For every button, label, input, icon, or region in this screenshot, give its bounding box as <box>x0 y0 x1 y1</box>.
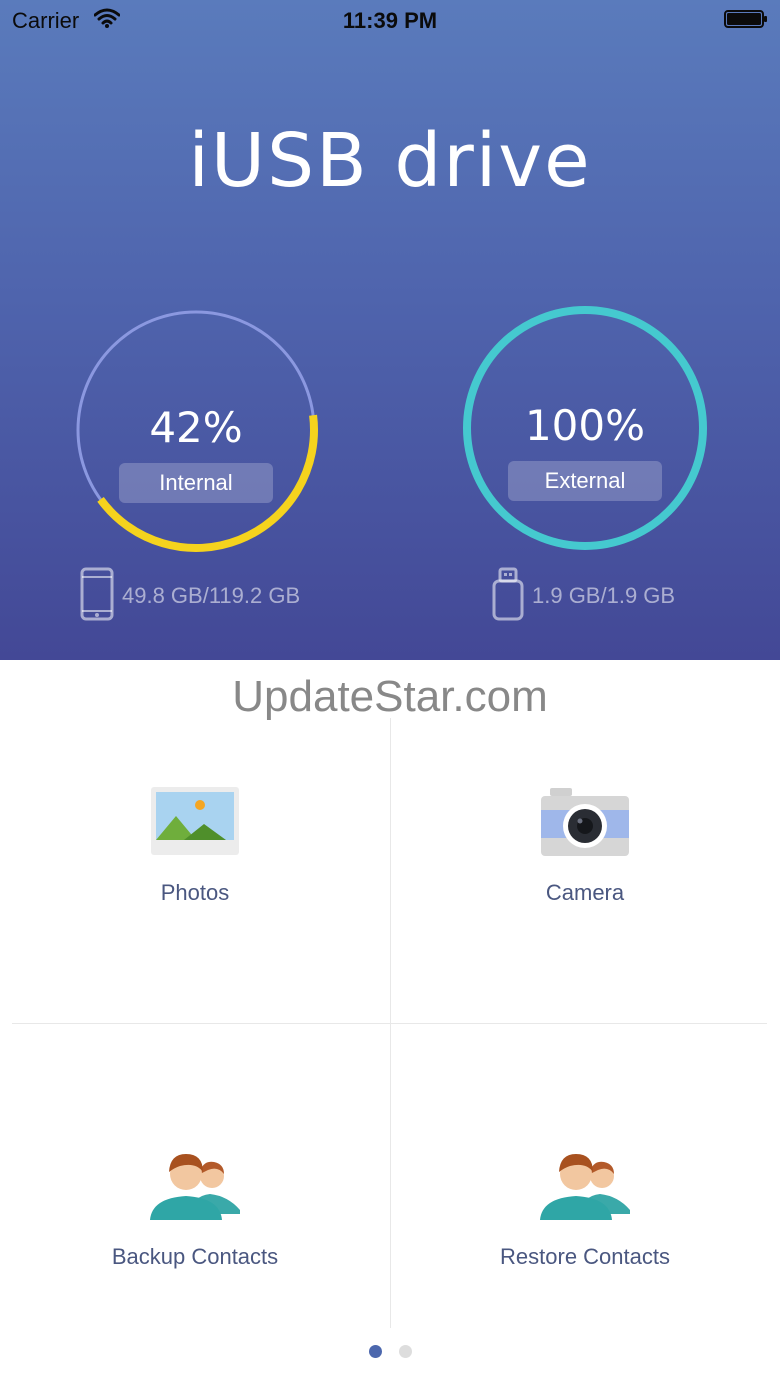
internal-usage-text: 49.8 GB/119.2 GB <box>122 583 301 608</box>
grid-divider-horizontal <box>12 1023 767 1024</box>
camera-tile[interactable]: Camera <box>390 740 780 1020</box>
external-storage-gauge[interactable]: 100% External <box>460 303 710 553</box>
external-usage-text: 1.9 GB/1.9 GB <box>532 583 676 608</box>
backup-contacts-tile[interactable]: Backup Contacts <box>0 1026 390 1326</box>
page-dot[interactable] <box>399 1345 412 1358</box>
header-panel: Carrier 11:39 PM iUSB drive 42% Internal… <box>0 0 780 660</box>
external-percent: 100% <box>524 401 646 450</box>
internal-storage-gauge[interactable]: 42% Internal <box>71 305 321 555</box>
watermark-text: UpdateStar.com <box>232 672 548 721</box>
clock: 11:39 PM <box>342 8 438 33</box>
photos-icon <box>151 787 239 855</box>
camera-icon <box>541 788 629 856</box>
internal-percent: 42% <box>149 403 243 452</box>
battery-icon <box>724 10 767 28</box>
restore-contacts-tile[interactable]: Restore Contacts <box>390 1026 780 1326</box>
contacts-icon <box>540 1154 630 1220</box>
restore-contacts-label: Restore Contacts <box>500 1244 670 1269</box>
external-usage: 1.9 GB/1.9 GB <box>490 567 710 623</box>
backup-contacts-label: Backup Contacts <box>111 1244 279 1269</box>
status-bar: Carrier 11:39 PM <box>0 0 780 40</box>
external-label: External <box>508 461 662 501</box>
page-indicator[interactable] <box>0 1345 780 1359</box>
internal-usage: 49.8 GB/119.2 GB <box>80 567 340 623</box>
photos-tile[interactable]: Photos <box>0 740 390 1020</box>
camera-label: Camera <box>545 880 625 905</box>
page-dot[interactable] <box>369 1345 382 1358</box>
app-title: iUSB drive <box>188 118 592 204</box>
photos-label: Photos <box>160 880 230 905</box>
internal-label: Internal <box>119 463 273 503</box>
contacts-icon <box>150 1154 240 1220</box>
usb-drive-icon <box>492 567 524 621</box>
phone-icon <box>80 567 114 621</box>
